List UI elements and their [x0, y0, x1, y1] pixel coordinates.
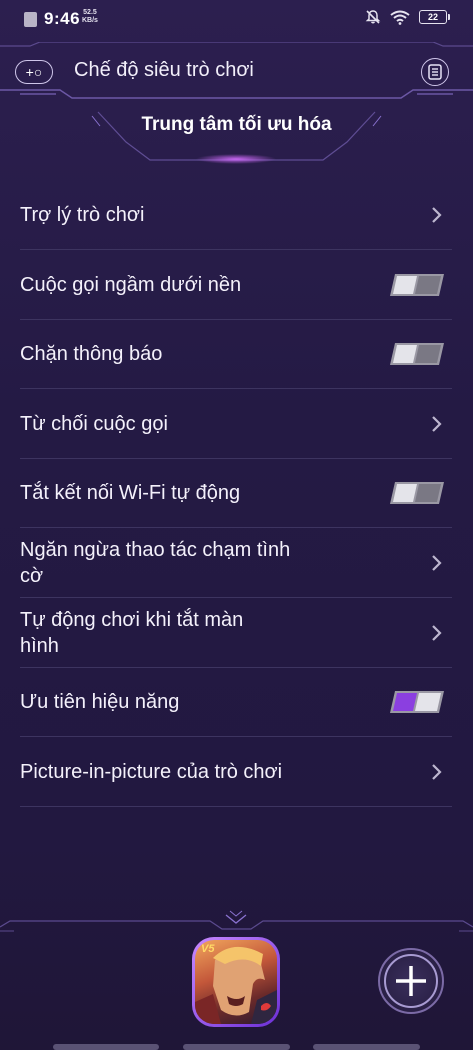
list-item-label: Cuộc gọi ngầm dưới nền — [20, 273, 242, 296]
list-item-accidental-touch[interactable]: Ngăn ngừa thao tác chạm tình cờ — [20, 528, 452, 598]
list-item-game-assistant[interactable]: Trợ lý trò chơi — [20, 180, 452, 250]
gamepad-button[interactable]: +○ — [15, 60, 53, 84]
game-dock: V5 — [0, 905, 473, 1050]
list-item-reject-calls[interactable]: Từ chối cuộc gọi — [20, 389, 452, 459]
game-artwork: V5 — [195, 940, 277, 1024]
wifi-icon — [390, 10, 410, 25]
list-item-label: Ngăn ngừa thao tác chạm tình cờ — [20, 538, 291, 587]
list-item-label: Chặn thông báo — [20, 343, 163, 365]
settings-list: Trợ lý trò chơi Cuộc gọi ngầm dưới nền C… — [20, 180, 452, 807]
chevron-right-icon — [432, 206, 442, 223]
gamepad-icon: +○ — [25, 64, 43, 80]
mute-bell-icon — [365, 10, 381, 24]
status-icons: 22 — [365, 9, 450, 25]
game-character-art — [195, 946, 277, 1024]
list-item-auto-play-screen-off[interactable]: Tự động chơi khi tắt màn hình — [20, 598, 452, 668]
list-item-label: Tắt kết nối Wi-Fi tự động — [20, 482, 241, 504]
nav-bar-segment — [313, 1044, 420, 1050]
list-item-wifi-auto-off: Tắt kết nối Wi-Fi tự động — [20, 459, 452, 528]
chevron-right-icon — [432, 763, 442, 780]
game-app-icon[interactable]: V5 — [192, 937, 280, 1027]
section-header: Trung tâm tối ưu hóa — [90, 104, 383, 166]
page-title: Chế độ siêu trò chơi — [74, 59, 254, 81]
nav-bar-segment — [53, 1044, 159, 1050]
status-bar: 9:46 52.5 KB/s 22 — [0, 0, 473, 38]
network-speed-unit: KB/s — [82, 17, 98, 24]
list-item-label: Picture-in-picture của trò chơi — [20, 760, 283, 783]
network-speed-value: 52.5 — [83, 9, 97, 16]
list-item-label: Ưu tiên hiệu năng — [20, 691, 180, 713]
list-item-picture-in-picture[interactable]: Picture-in-picture của trò chơi — [20, 737, 452, 807]
list-item-label: Từ chối cuộc gọi — [20, 412, 168, 435]
list-item-label: Tự động chơi khi tắt màn hình — [20, 608, 244, 657]
status-time: 9:46 — [44, 9, 81, 28]
performance-priority-toggle[interactable] — [390, 691, 444, 713]
section-title: Trung tâm tối ưu hóa — [141, 114, 332, 135]
nav-bar-segment — [183, 1044, 290, 1050]
list-item-block-notifications: Chặn thông báo — [20, 320, 452, 389]
chevron-right-icon — [432, 624, 442, 641]
menu-button[interactable] — [421, 58, 449, 86]
app-notification-icon — [24, 12, 37, 27]
battery-icon: 22 — [419, 10, 450, 24]
add-game-button[interactable] — [378, 948, 444, 1014]
app-header: +○ Chế độ siêu trò chơi — [0, 42, 473, 102]
wifi-auto-off-toggle[interactable] — [390, 482, 444, 504]
list-item-performance-priority: Ưu tiên hiệu năng — [20, 668, 452, 737]
block-notifications-toggle[interactable] — [390, 343, 444, 365]
chevron-right-icon — [432, 415, 442, 432]
document-list-icon — [428, 64, 442, 80]
background-call-toggle[interactable] — [390, 273, 444, 296]
plus-icon — [396, 966, 426, 996]
list-item-background-call: Cuộc gọi ngầm dưới nền — [20, 250, 452, 320]
add-button-ring — [384, 954, 438, 1008]
chevron-right-icon — [432, 554, 442, 571]
network-speed: 52.5 KB/s — [82, 9, 98, 25]
list-item-label: Trợ lý trò chơi — [20, 203, 145, 226]
